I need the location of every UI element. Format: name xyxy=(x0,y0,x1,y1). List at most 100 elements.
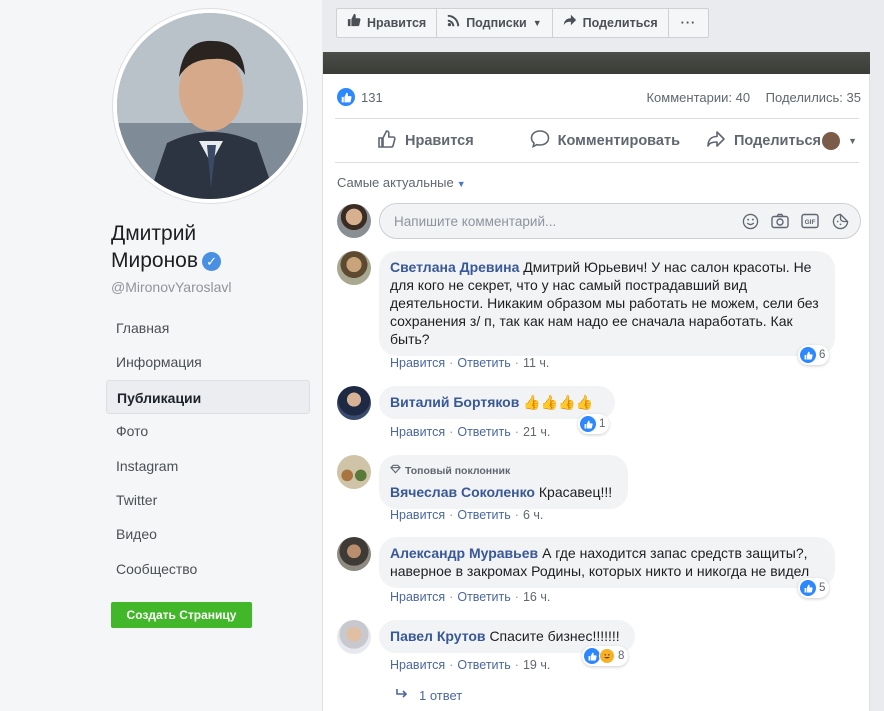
comment-meta: Нравится · Ответить · 6 ч. xyxy=(390,508,543,522)
comment-item: Виталий Бортяков 👍👍👍👍 1 Нравится · Ответит… xyxy=(337,386,861,442)
comment-time[interactable]: 21 ч. xyxy=(523,425,550,439)
reaction-count: 8 xyxy=(618,650,625,662)
comment-sort-dropdown[interactable]: Самые актуальные ▼ xyxy=(337,175,466,190)
comment-bubble: Топовый поклонник Вячеслав Соколенко Кра… xyxy=(379,455,628,509)
separator-dot: · xyxy=(449,590,454,604)
comment-reply-link[interactable]: Ответить xyxy=(457,425,510,439)
shares-count[interactable]: Поделились: 35 xyxy=(766,90,861,105)
comment-text: Спасите бизнес!!!!!!! xyxy=(489,628,620,644)
comment-reactions[interactable]: 6 xyxy=(798,345,830,365)
comment-time[interactable]: 16 ч. xyxy=(523,590,550,604)
comment-input[interactable]: Напишите комментарий... GIF xyxy=(379,203,861,239)
profile-picture[interactable] xyxy=(112,8,308,204)
replies-count: 1 ответ xyxy=(419,688,463,703)
follow-label: Подписки xyxy=(466,16,527,30)
caret-down-icon: ▼ xyxy=(456,179,466,189)
commenter-avatar[interactable] xyxy=(337,251,371,285)
comment-reply-link[interactable]: Ответить xyxy=(457,658,510,672)
like-count[interactable]: 131 xyxy=(361,90,383,105)
like-reaction-icon xyxy=(580,416,596,432)
separator-dot: · xyxy=(449,356,454,370)
comment-text: Красавец!!! xyxy=(538,484,613,500)
post-actions: Нравится Комментировать Поделиться ▼ xyxy=(335,124,859,158)
more-options-button[interactable]: ··· xyxy=(669,9,709,37)
comment-composer: Напишите комментарий... GIF xyxy=(337,202,861,240)
page-like-label: Нравится xyxy=(367,16,427,30)
comment-meta: Нравится · Ответить · 16 ч. xyxy=(390,590,550,604)
page-share-button[interactable]: Поделиться xyxy=(553,9,669,37)
comment-time[interactable]: 11 ч. xyxy=(523,356,549,370)
commenter-avatar[interactable] xyxy=(337,620,371,654)
haha-reaction-icon xyxy=(599,648,615,664)
comment-author[interactable]: Павел Крутов xyxy=(390,628,486,644)
camera-icon[interactable] xyxy=(770,211,790,231)
comment-author[interactable]: Виталий Бортяков xyxy=(390,394,519,410)
nav-item-twitter[interactable]: Twitter xyxy=(106,483,310,517)
comment-time[interactable]: 6 ч. xyxy=(523,508,543,522)
post-image[interactable] xyxy=(323,52,871,74)
nav-item-community[interactable]: Сообщество xyxy=(106,552,310,586)
nav-item-home[interactable]: Главная xyxy=(106,311,310,345)
post-like-button[interactable]: Нравится xyxy=(377,129,474,153)
separator-dot: · xyxy=(449,658,454,672)
emoji-icon[interactable] xyxy=(740,211,760,231)
nav-item-instagram[interactable]: Instagram xyxy=(106,449,310,483)
commenter-avatar[interactable] xyxy=(337,455,371,489)
reaction-count: 5 xyxy=(819,582,826,594)
comment-reply-link[interactable]: Ответить xyxy=(457,508,510,522)
comment-like-link[interactable]: Нравится xyxy=(390,356,445,370)
nav-item-posts[interactable]: Публикации xyxy=(106,379,310,415)
page-title-line1: Дмитрий xyxy=(111,222,197,245)
share-outline-icon xyxy=(706,129,726,153)
comment-item: Топовый поклонник Вячеслав Соколенко Кра… xyxy=(337,455,861,523)
comment-reactions[interactable]: 1 xyxy=(578,414,610,434)
view-replies-link[interactable]: 1 ответ xyxy=(395,688,462,703)
page-handle[interactable]: @MironovYaroslavl xyxy=(111,279,232,295)
nav-item-videos[interactable]: Видео xyxy=(106,517,310,551)
comment-reply-link[interactable]: Ответить xyxy=(457,356,510,370)
post-as-selector[interactable]: ▼ xyxy=(822,132,857,150)
gif-icon[interactable]: GIF xyxy=(800,211,820,231)
like-reaction-icon xyxy=(584,648,600,664)
comments-count[interactable]: Комментарии: 40 xyxy=(646,90,750,105)
comment-label: Комментировать xyxy=(557,133,680,149)
comment-like-link[interactable]: Нравится xyxy=(390,425,445,439)
comment-like-link[interactable]: Нравится xyxy=(390,658,445,672)
separator-dot: · xyxy=(449,425,454,439)
comment-reply-link[interactable]: Ответить xyxy=(457,590,510,604)
comment-like-link[interactable]: Нравится xyxy=(390,508,445,522)
composer-tools: GIF xyxy=(740,211,850,231)
comment-like-link[interactable]: Нравится xyxy=(390,590,445,604)
page-title-line2: Миронов ✓ xyxy=(111,247,222,274)
post-counts: Комментарии: 40 Поделились: 35 xyxy=(646,90,861,105)
comment-reactions[interactable]: 5 xyxy=(798,578,830,598)
comment-time[interactable]: 19 ч. xyxy=(523,658,550,672)
commenter-avatar[interactable] xyxy=(337,386,371,420)
follow-button[interactable]: Подписки ▼ xyxy=(437,9,553,37)
comment-button[interactable]: Комментировать xyxy=(530,129,680,153)
nav-item-about[interactable]: Информация xyxy=(106,345,310,379)
viewer-avatar xyxy=(822,132,841,150)
nav-item-photos[interactable]: Фото xyxy=(106,414,310,448)
separator-dot: · xyxy=(449,508,454,522)
commenter-avatar[interactable] xyxy=(337,537,371,571)
post-card: 131 Комментарии: 40 Поделились: 35 Нрави… xyxy=(322,52,871,711)
comment-reactions[interactable]: 8 xyxy=(582,646,629,666)
thumbs-up-outline-icon xyxy=(377,129,397,153)
post-share-button[interactable]: Поделиться xyxy=(706,129,821,153)
ellipsis-icon: ··· xyxy=(680,16,697,30)
top-fan-badge[interactable]: Топовый поклонник xyxy=(390,462,616,480)
reaction-count: 1 xyxy=(599,418,606,430)
page-like-button[interactable]: Нравится xyxy=(337,9,438,37)
sticker-icon[interactable] xyxy=(830,211,850,231)
create-page-button[interactable]: Создать Страницу xyxy=(111,602,252,628)
svg-text:GIF: GIF xyxy=(805,219,816,226)
like-reaction-icon[interactable] xyxy=(337,88,355,106)
caret-down-icon: ▼ xyxy=(848,136,857,146)
reply-arrow-icon xyxy=(395,688,409,703)
comment-item: Александр Муравьев А где находится запас… xyxy=(337,537,861,607)
comment-author[interactable]: Светлана Древина xyxy=(390,259,519,275)
post-stats: 131 Комментарии: 40 Поделились: 35 xyxy=(337,86,861,108)
comment-author[interactable]: Вячеслав Соколенко xyxy=(390,484,535,500)
comment-author[interactable]: Александр Муравьев xyxy=(390,545,538,561)
